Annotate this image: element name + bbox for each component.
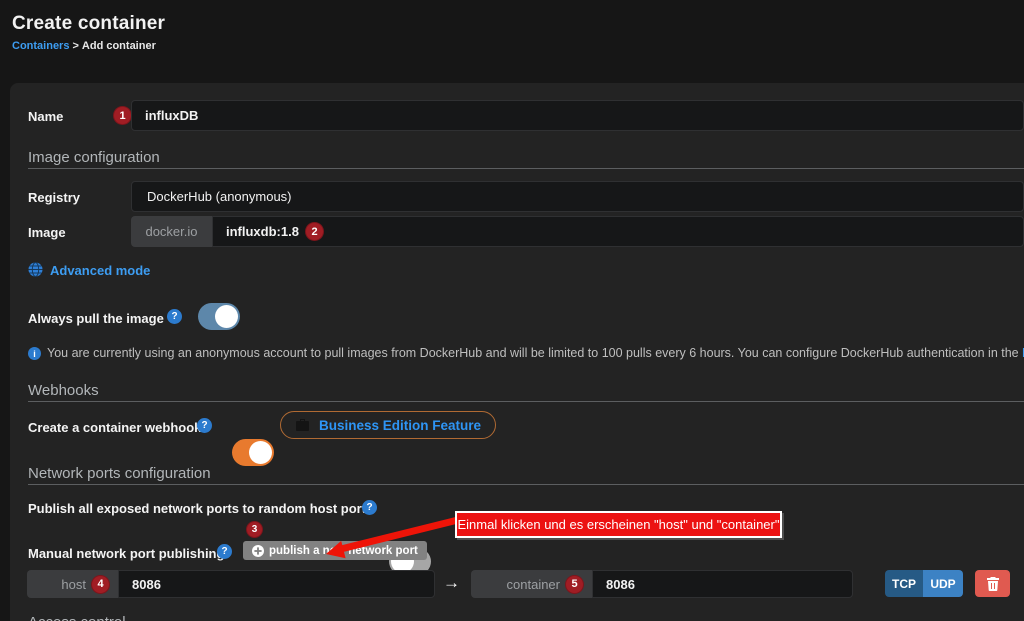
business-edition-feature-pill[interactable]: Business Edition Feature [280,411,496,439]
annotation-badge-1: 1 [114,107,131,124]
section-access-control: Access control [28,614,126,621]
registry-label: Registry [28,190,80,205]
section-webhooks: Webhooks [28,382,99,399]
divider [28,401,1024,402]
publish-port-button-label: publish a new network port [269,545,418,557]
name-label: Name [28,109,63,124]
host-port-input[interactable] [118,570,435,598]
container-port-addon: container 5 [471,570,592,598]
plus-circle-icon [252,545,264,557]
host-port-addon: host 4 [27,570,118,598]
breadcrumb-current: Add container [82,40,156,52]
annotation-callout: Einmal klicken und es erscheinen "host" … [455,511,782,538]
toggle-knob [249,441,272,464]
host-addon-label: host [61,577,86,592]
section-network-ports: Network ports configuration [28,465,211,482]
anonymous-pull-info: You are currently using an anonymous acc… [47,346,1024,360]
manual-port-label: Manual network port publishing [28,546,224,561]
advanced-mode-link[interactable]: Advanced mode [50,263,150,278]
breadcrumb: Containers> Add container [12,40,156,52]
help-icon[interactable]: ? [167,309,182,324]
annotation-badge-5: 5 [566,576,583,593]
help-icon[interactable]: ? [362,500,377,515]
create-webhook-toggle[interactable] [232,439,274,466]
publish-all-label: Publish all exposed network ports to ran… [28,501,373,516]
registry-select[interactable]: DockerHub (anonymous) [131,181,1024,212]
always-pull-toggle[interactable] [198,303,240,330]
create-webhook-label: Create a container webhook [28,420,201,435]
annotation-badge-2: 2 [306,223,323,240]
section-image-configuration: Image configuration [28,149,160,166]
breadcrumb-separator: > [72,40,78,52]
annotation-badge-4: 4 [92,576,109,593]
always-pull-label: Always pull the image [28,311,164,326]
image-input[interactable] [212,216,1024,247]
tcp-button[interactable]: TCP [885,570,923,597]
publish-port-button[interactable]: publish a new network port [243,541,427,560]
image-registry-addon: docker.io [131,216,212,247]
help-icon[interactable]: ? [217,544,232,559]
page-title: Create container [12,13,165,35]
toggle-knob [215,305,238,328]
image-label: Image [28,225,66,240]
breadcrumb-containers-link[interactable]: Containers [12,40,69,52]
info-message-text: You are currently using an anonymous acc… [47,346,1022,360]
briefcase-icon [295,419,310,432]
info-icon: i [28,347,41,360]
remove-port-button[interactable] [975,570,1010,597]
globe-icon [28,262,43,277]
mapping-arrow-icon: → [443,573,460,593]
divider [28,168,1024,169]
container-port-input[interactable] [592,570,853,598]
name-input[interactable] [131,100,1024,131]
trash-icon [987,577,999,591]
udp-button[interactable]: UDP [923,570,963,597]
help-icon[interactable]: ? [197,418,212,433]
annotation-badge-3: 3 [247,522,262,537]
business-edition-feature-label: Business Edition Feature [319,418,481,433]
annotation-text: Einmal klicken und es erscheinen "host" … [458,517,780,532]
divider [28,484,1024,485]
container-addon-label: container [507,577,560,592]
